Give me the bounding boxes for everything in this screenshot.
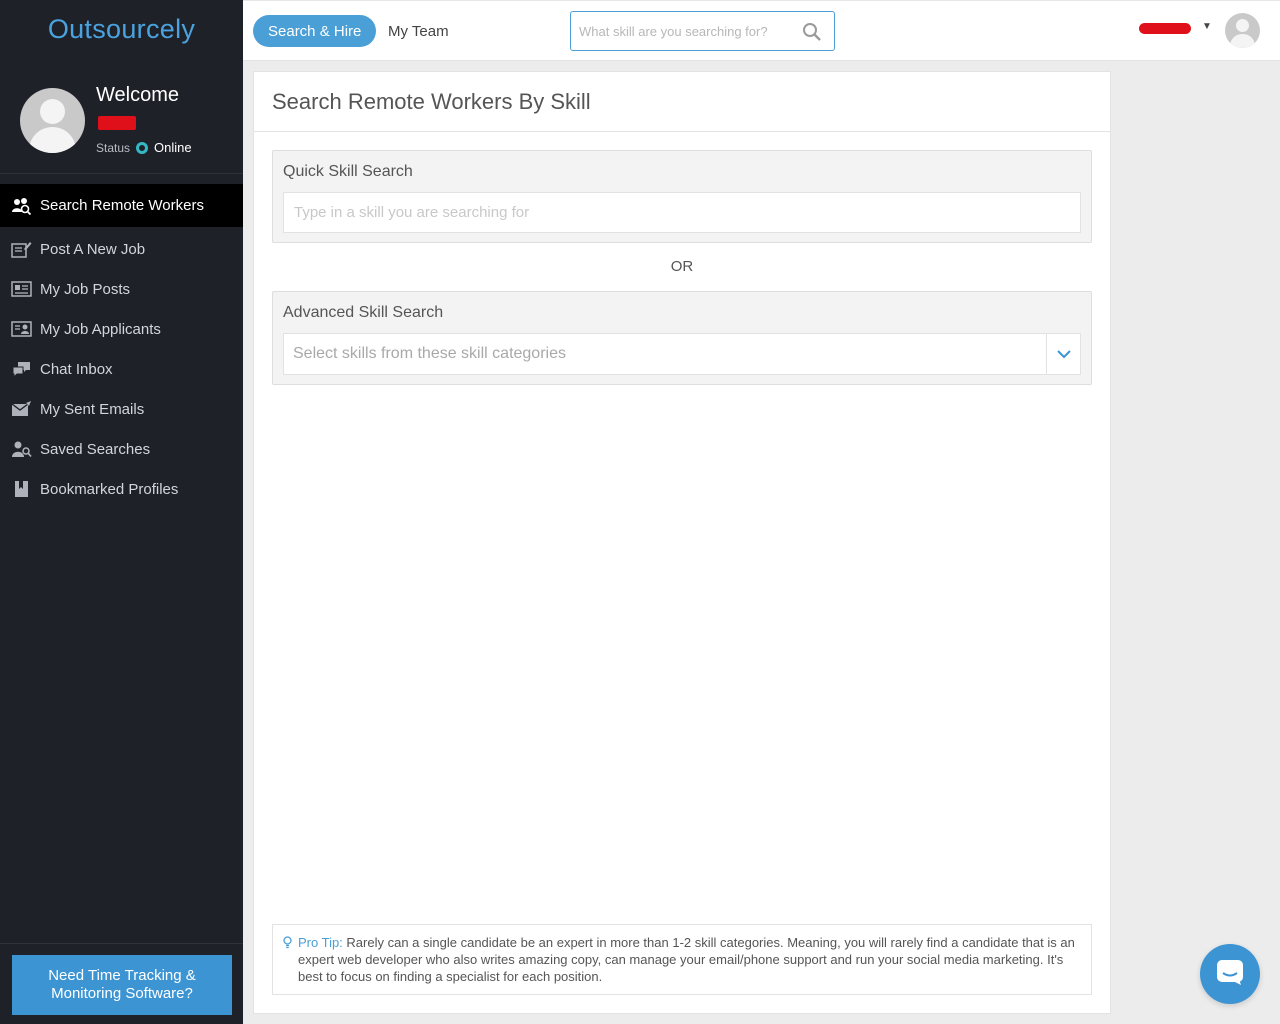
bookmark-icon bbox=[10, 480, 32, 498]
sidebar-item-saved-searches[interactable]: Saved Searches bbox=[0, 429, 243, 469]
sidebar-item-label: My Job Applicants bbox=[40, 320, 161, 338]
chat-icon bbox=[10, 360, 32, 378]
quick-skill-input[interactable] bbox=[283, 192, 1081, 233]
pro-tip: Pro Tip: Rarely can a single candidate b… bbox=[272, 924, 1092, 995]
online-status-icon bbox=[136, 141, 149, 154]
redacted-username bbox=[98, 116, 136, 130]
status-row: Status Online bbox=[96, 140, 192, 155]
sidebar-item-label: Saved Searches bbox=[40, 440, 151, 458]
post-job-icon bbox=[10, 240, 32, 258]
sidebar-item-bookmarked-profiles[interactable]: Bookmarked Profiles bbox=[0, 469, 243, 509]
sidebar-nav: Search Remote Workers Post A New Job My … bbox=[0, 184, 243, 509]
chat-widget-button[interactable] bbox=[1200, 944, 1260, 1004]
sidebar-item-search-remote-workers[interactable]: Search Remote Workers bbox=[0, 184, 243, 227]
brand-logo[interactable]: Outsourcely bbox=[0, 0, 243, 58]
saved-search-icon bbox=[10, 440, 32, 458]
sidebar-item-my-job-posts[interactable]: My Job Posts bbox=[0, 269, 243, 309]
tab-search-and-hire[interactable]: Search & Hire bbox=[253, 15, 377, 47]
topbar: Search & Hire My Team ▼ bbox=[243, 0, 1280, 61]
search-panel: Search Remote Workers By Skill Quick Ski… bbox=[253, 71, 1111, 1014]
advanced-skill-search-title: Advanced Skill Search bbox=[283, 304, 444, 321]
quick-skill-search-title: Quick Skill Search bbox=[283, 163, 413, 180]
sidebar-item-label: My Job Posts bbox=[40, 280, 131, 298]
sidebar-footer: Need Time Tracking & Monitoring Software… bbox=[0, 943, 243, 1024]
sidebar-item-my-job-applicants[interactable]: My Job Applicants bbox=[0, 309, 243, 349]
sidebar-item-label: Chat Inbox bbox=[40, 360, 113, 378]
or-divider: OR bbox=[670, 258, 694, 275]
time-tracking-button[interactable]: Need Time Tracking & Monitoring Software… bbox=[12, 955, 232, 1015]
redacted-user-menu-name[interactable] bbox=[1139, 23, 1191, 34]
skill-category-placeholder: Select skills from these skill categorie… bbox=[293, 345, 566, 362]
quick-skill-search: Quick Skill Search bbox=[272, 150, 1092, 243]
user-avatar[interactable] bbox=[1225, 13, 1260, 48]
welcome-text: Welcome bbox=[96, 84, 179, 106]
sidebar: Outsourcely Welcome Status Online Search… bbox=[0, 0, 243, 1024]
sidebar-item-label: Bookmarked Profiles bbox=[40, 480, 179, 498]
top-search-input[interactable] bbox=[571, 12, 791, 50]
sidebar-item-post-a-new-job[interactable]: Post A New Job bbox=[0, 229, 243, 269]
top-search-box bbox=[570, 11, 835, 51]
search-workers-icon bbox=[10, 197, 32, 215]
status-label: Status bbox=[96, 140, 131, 155]
tab-my-team[interactable]: My Team bbox=[388, 15, 449, 47]
avatar[interactable] bbox=[20, 88, 85, 153]
skill-category-select[interactable]: Select skills from these skill categorie… bbox=[283, 333, 1081, 375]
pro-tip-label: Pro Tip: bbox=[298, 935, 343, 950]
status-value[interactable]: Online bbox=[154, 140, 192, 155]
pro-tip-text: Rarely can a single candidate be an expe… bbox=[298, 935, 1075, 984]
job-posts-icon bbox=[10, 280, 32, 298]
email-icon bbox=[10, 400, 32, 418]
advanced-skill-search: Advanced Skill Search Select skills from… bbox=[272, 291, 1092, 385]
sidebar-item-chat-inbox[interactable]: Chat Inbox bbox=[0, 349, 243, 389]
chat-bubble-icon bbox=[1215, 958, 1245, 991]
page-title: Search Remote Workers By Skill bbox=[254, 72, 1110, 132]
select-divider bbox=[1046, 334, 1047, 374]
profile-card: Welcome Status Online bbox=[0, 70, 243, 174]
lightbulb-icon bbox=[283, 936, 292, 953]
sidebar-item-label: Search Remote Workers bbox=[40, 197, 204, 214]
search-icon[interactable] bbox=[802, 22, 822, 47]
sidebar-item-label: Post A New Job bbox=[40, 240, 146, 258]
sidebar-item-my-sent-emails[interactable]: My Sent Emails bbox=[0, 389, 243, 429]
chevron-down-icon[interactable]: ▼ bbox=[1202, 21, 1212, 32]
sidebar-item-label: My Sent Emails bbox=[40, 400, 145, 418]
chevron-down-icon[interactable] bbox=[1057, 347, 1071, 366]
applicants-icon bbox=[10, 320, 32, 338]
